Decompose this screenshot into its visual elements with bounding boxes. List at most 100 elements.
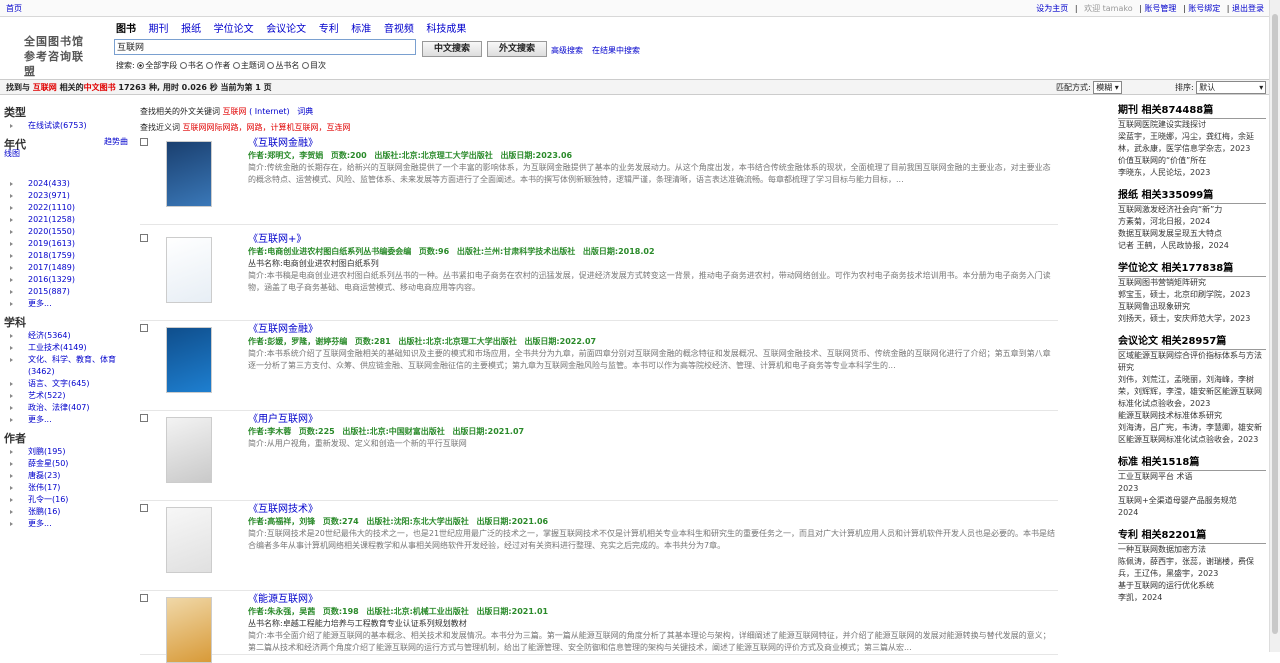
facet-item[interactable]: 工业技术(4149): [4, 342, 132, 354]
related-item-link[interactable]: 能源互联网技术标准体系研究: [1118, 410, 1266, 422]
related-item-link[interactable]: 互联网鲁迅现象研究: [1118, 301, 1266, 313]
account-bind-link[interactable]: 账号绑定: [1188, 4, 1220, 13]
book-cover[interactable]: [166, 507, 212, 573]
related-item-link[interactable]: 互联网图书营销矩阵研究: [1118, 277, 1266, 289]
radio-icon: [232, 62, 240, 69]
more-link[interactable]: 更多...: [4, 518, 132, 530]
field-toc[interactable]: 目次: [301, 61, 326, 70]
related-item-link[interactable]: 互联网激发经济社会向“新”力: [1118, 204, 1266, 216]
facet-item[interactable]: 2020(1550): [4, 226, 132, 238]
more-link[interactable]: 更多...: [4, 414, 132, 426]
related-item-link[interactable]: 互联网+全渠道母婴产品服务规范: [1118, 495, 1266, 507]
field-title[interactable]: 书名: [179, 61, 204, 70]
book-title-link[interactable]: 《能源互联网》: [248, 594, 318, 605]
field-author[interactable]: 作者: [206, 61, 230, 70]
tab-achievements[interactable]: 科技成果: [426, 24, 466, 35]
logo-line1: 全国图书馆: [24, 35, 84, 48]
related-category: 会议论文 相关28957篇 区域能源互联网综合评价指标体系与方法研究 刘伟，刘荒江，…: [1118, 335, 1266, 446]
facet-item[interactable]: 2017(1489): [4, 262, 132, 274]
facet-item[interactable]: 2023(971): [4, 190, 132, 202]
chinese-search-button[interactable]: 中文搜索: [422, 41, 482, 57]
related-category-heading[interactable]: 学位论文 相关177838篇: [1118, 262, 1266, 277]
select-checkbox[interactable]: [140, 138, 148, 146]
select-checkbox[interactable]: [140, 594, 148, 602]
field-subject[interactable]: 主题词: [232, 61, 265, 70]
select-checkbox[interactable]: [140, 324, 148, 332]
book-cover[interactable]: [166, 597, 212, 663]
facet-item[interactable]: 语言、文字(645): [4, 378, 132, 390]
more-link[interactable]: 更多...: [4, 298, 132, 310]
book-title-link[interactable]: 《互联网金融》: [248, 324, 318, 335]
facet-item[interactable]: 2024(433): [4, 178, 132, 190]
search-in-results-link[interactable]: 在结果中搜索: [592, 45, 640, 56]
foreign-search-button[interactable]: 外文搜索: [487, 41, 547, 57]
tab-theses[interactable]: 学位论文: [214, 24, 254, 35]
facet-item[interactable]: 张伟(17): [4, 482, 132, 494]
related-item-link[interactable]: 数据互联网发展呈现五大特点: [1118, 228, 1266, 240]
advanced-search-link[interactable]: 高级搜索: [551, 45, 583, 56]
scrollbar-thumb[interactable]: [1272, 14, 1278, 634]
book-title-link[interactable]: 《互联网+》: [248, 234, 306, 245]
facet-item[interactable]: 刘鹏(195): [4, 446, 132, 458]
foreign-keyword-link[interactable]: 互联网: [223, 107, 247, 116]
field-all[interactable]: 全部字段: [137, 61, 177, 70]
related-item-link[interactable]: 一种互联网数据加密方法: [1118, 544, 1266, 556]
select-checkbox[interactable]: [140, 504, 148, 512]
select-checkbox[interactable]: [140, 234, 148, 242]
related-item-link[interactable]: 区域能源互联网综合评价指标体系与方法研究: [1118, 350, 1266, 374]
facet-item[interactable]: 薛金星(50): [4, 458, 132, 470]
facet-item[interactable]: 2018(1759): [4, 250, 132, 262]
home-link[interactable]: 首页: [6, 3, 22, 14]
related-category-heading[interactable]: 期刊 相关874488篇: [1118, 104, 1266, 119]
trend-chart-link[interactable]: 趋势曲线图: [4, 136, 132, 160]
tab-newspapers[interactable]: 报纸: [181, 24, 201, 35]
match-select[interactable]: 模糊 ▾: [1093, 81, 1122, 94]
field-series[interactable]: 丛书名: [267, 61, 299, 70]
facet-item[interactable]: 唐磊(23): [4, 470, 132, 482]
related-item-link[interactable]: 基于互联网的运行优化系统: [1118, 580, 1266, 592]
related-item-link[interactable]: 工业互联网平台 术语: [1118, 471, 1266, 483]
tab-journals[interactable]: 期刊: [149, 24, 169, 35]
tab-books[interactable]: 图书: [116, 24, 136, 35]
facet-item[interactable]: 经济(5364): [4, 330, 132, 342]
book-title-link[interactable]: 《用户互联网》: [248, 414, 318, 425]
book-description: 简介:本书全面介绍了能源互联网的基本概念、相关技术和发展情况。本书分为三篇。第一…: [248, 631, 1051, 652]
facet-item[interactable]: 文化、科学、教育、体育(3462): [4, 354, 132, 378]
select-checkbox[interactable]: [140, 414, 148, 422]
facet-item[interactable]: 张鹏(16): [4, 506, 132, 518]
sort-select[interactable]: 默认 ▾: [1196, 81, 1267, 94]
set-homepage-link[interactable]: 设为主页: [1036, 4, 1068, 13]
book-title-link[interactable]: 《互联网金融》: [248, 138, 318, 149]
tab-conference[interactable]: 会议论文: [266, 24, 306, 35]
facet-item[interactable]: 2021(1258): [4, 214, 132, 226]
tab-patents[interactable]: 专利: [319, 24, 339, 35]
dictionary-link[interactable]: 词典: [297, 107, 313, 116]
book-cover[interactable]: [166, 417, 212, 483]
facet-item[interactable]: 2016(1329): [4, 274, 132, 286]
vertical-scrollbar[interactable]: [1269, 0, 1280, 652]
synonym-links[interactable]: 互联网网际网路，网路，计算机互联网，互连网: [183, 123, 351, 132]
book-cover[interactable]: [166, 327, 212, 393]
account-manage-link[interactable]: 账号管理: [1144, 4, 1176, 13]
related-category-heading[interactable]: 标准 相关1518篇: [1118, 456, 1266, 471]
related-category-heading[interactable]: 会议论文 相关28957篇: [1118, 335, 1266, 350]
book-cover[interactable]: [166, 237, 212, 303]
site-logo[interactable]: 全国图书馆 参考咨询联盟: [24, 34, 94, 79]
tab-standards[interactable]: 标准: [351, 24, 371, 35]
book-cover[interactable]: [166, 141, 212, 207]
related-item-link[interactable]: 价值互联网的“价值”所在: [1118, 155, 1266, 167]
facet-item[interactable]: 艺术(522): [4, 390, 132, 402]
book-title-link[interactable]: 《互联网技术》: [248, 504, 318, 515]
logout-link[interactable]: 退出登录: [1232, 4, 1264, 13]
tab-media[interactable]: 音视频: [384, 24, 414, 35]
facet-item[interactable]: 政治、法律(407): [4, 402, 132, 414]
facet-item[interactable]: 在线试读(6753): [4, 120, 132, 132]
search-input[interactable]: 互联网: [114, 39, 416, 55]
related-item-link[interactable]: 互联网医院建设实践探讨: [1118, 119, 1266, 131]
facet-item[interactable]: 2019(1613): [4, 238, 132, 250]
related-category-heading[interactable]: 报纸 相关335099篇: [1118, 189, 1266, 204]
facet-item[interactable]: 孔令一(16): [4, 494, 132, 506]
facet-item[interactable]: 2015(887): [4, 286, 132, 298]
facet-item[interactable]: 2022(1110): [4, 202, 132, 214]
related-category-heading[interactable]: 专利 相关82201篇: [1118, 529, 1266, 544]
